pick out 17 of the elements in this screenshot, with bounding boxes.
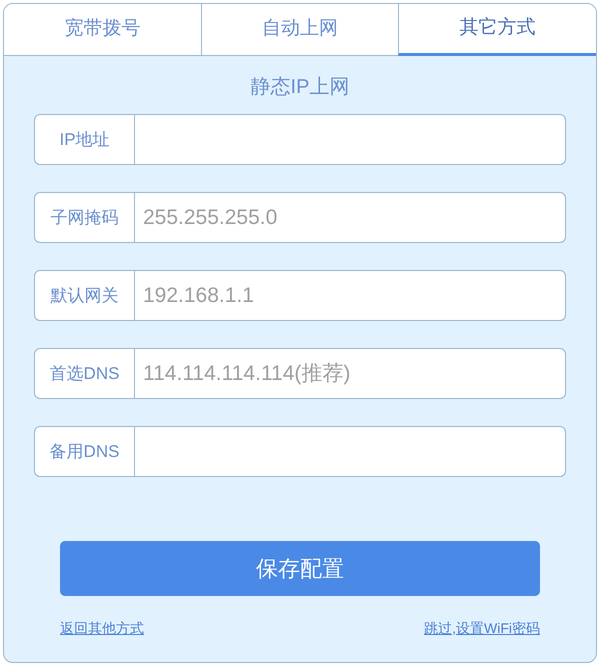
field-label: IP地址: [34, 114, 135, 165]
back-link[interactable]: 返回其他方式: [60, 618, 144, 639]
input-field[interactable]: 255.255.255.0: [135, 192, 566, 243]
tab[interactable]: 自动上网: [200, 4, 398, 56]
field-label: 备用DNS: [34, 426, 135, 477]
input-field[interactable]: 192.168.1.1: [135, 270, 566, 321]
field-label: 首选DNS: [34, 348, 135, 399]
input-field[interactable]: [135, 114, 566, 165]
field-label: 默认网关: [34, 270, 135, 321]
form-title: 静态IP上网: [250, 75, 350, 100]
field-label: 子网掩码: [34, 192, 135, 243]
skip-link[interactable]: 跳过,设置WiFi密码: [424, 618, 540, 639]
input-field[interactable]: [135, 426, 566, 477]
tab[interactable]: 宽带拨号: [4, 4, 201, 56]
tab[interactable]: 其它方式: [398, 4, 596, 56]
input-field[interactable]: 114.114.114.114(推荐): [135, 348, 566, 399]
save-button[interactable]: 保存配置: [60, 541, 540, 596]
